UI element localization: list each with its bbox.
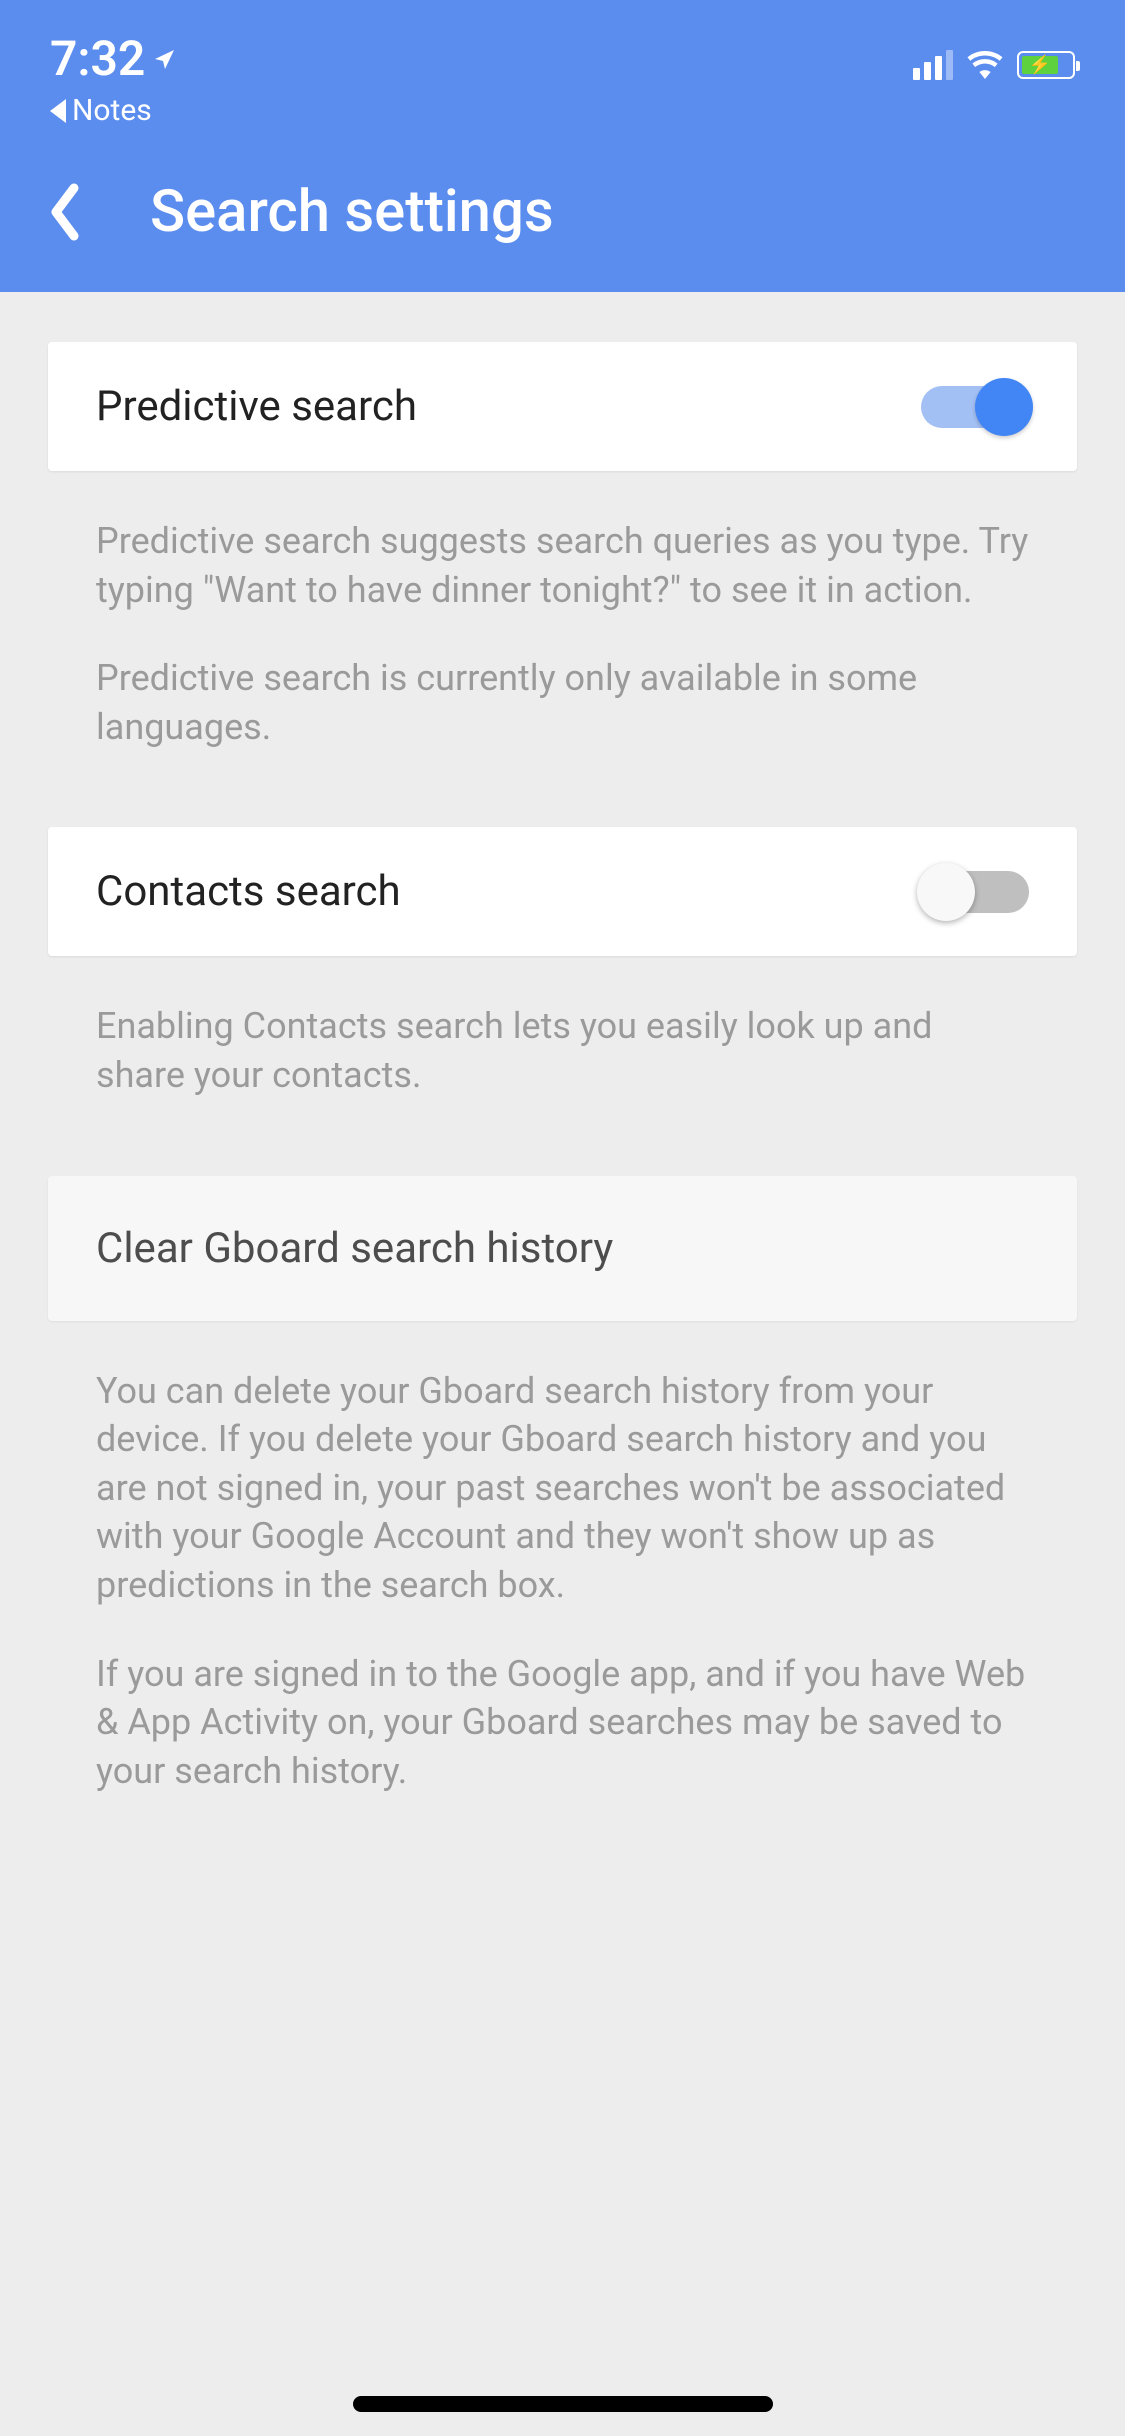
location-icon (153, 47, 177, 71)
clear-history-description: You can delete your Gboard search histor… (48, 1321, 1077, 1842)
contacts-search-description: Enabling Contacts search lets you easily… (48, 956, 1077, 1145)
contacts-search-toggle[interactable] (921, 871, 1029, 913)
contacts-desc: Enabling Contacts search lets you easily… (96, 1002, 1029, 1099)
wifi-icon (967, 51, 1003, 79)
cellular-signal-icon (913, 50, 953, 80)
predictive-desc-2: Predictive search is currently only avai… (96, 654, 1029, 751)
time-display: 7:32 (50, 30, 177, 87)
clear-history-button[interactable]: Clear Gboard search history (48, 1176, 1077, 1321)
app-header: Search settings (0, 132, 1125, 292)
predictive-search-label: Predictive search (96, 382, 417, 431)
home-indicator[interactable] (353, 2396, 773, 2412)
clear-history-label: Clear Gboard search history (96, 1224, 1029, 1273)
clear-history-desc-2: If you are signed in to the Google app, … (96, 1650, 1029, 1796)
predictive-search-toggle[interactable] (921, 386, 1029, 428)
clear-history-desc-1: You can delete your Gboard search histor… (96, 1367, 1029, 1610)
back-to-app[interactable]: Notes (50, 93, 152, 128)
time: 7:32 (50, 30, 145, 87)
predictive-desc-1: Predictive search suggests search querie… (96, 517, 1029, 614)
status-bar: 7:32 Notes ⚡ (0, 0, 1125, 132)
back-triangle-icon (50, 99, 66, 123)
settings-content: Predictive search Predictive search sugg… (0, 292, 1125, 1841)
back-button[interactable] (40, 182, 90, 242)
status-right: ⚡ (913, 30, 1075, 80)
back-app-label: Notes (72, 93, 152, 128)
page-title: Search settings (150, 178, 554, 246)
battery-icon: ⚡ (1017, 51, 1075, 79)
predictive-search-description: Predictive search suggests search querie… (48, 471, 1077, 797)
contacts-search-row[interactable]: Contacts search (48, 827, 1077, 956)
status-left: 7:32 Notes (50, 30, 177, 128)
charging-bolt-icon: ⚡ (1029, 55, 1051, 76)
contacts-search-label: Contacts search (96, 867, 401, 916)
predictive-search-row[interactable]: Predictive search (48, 342, 1077, 471)
